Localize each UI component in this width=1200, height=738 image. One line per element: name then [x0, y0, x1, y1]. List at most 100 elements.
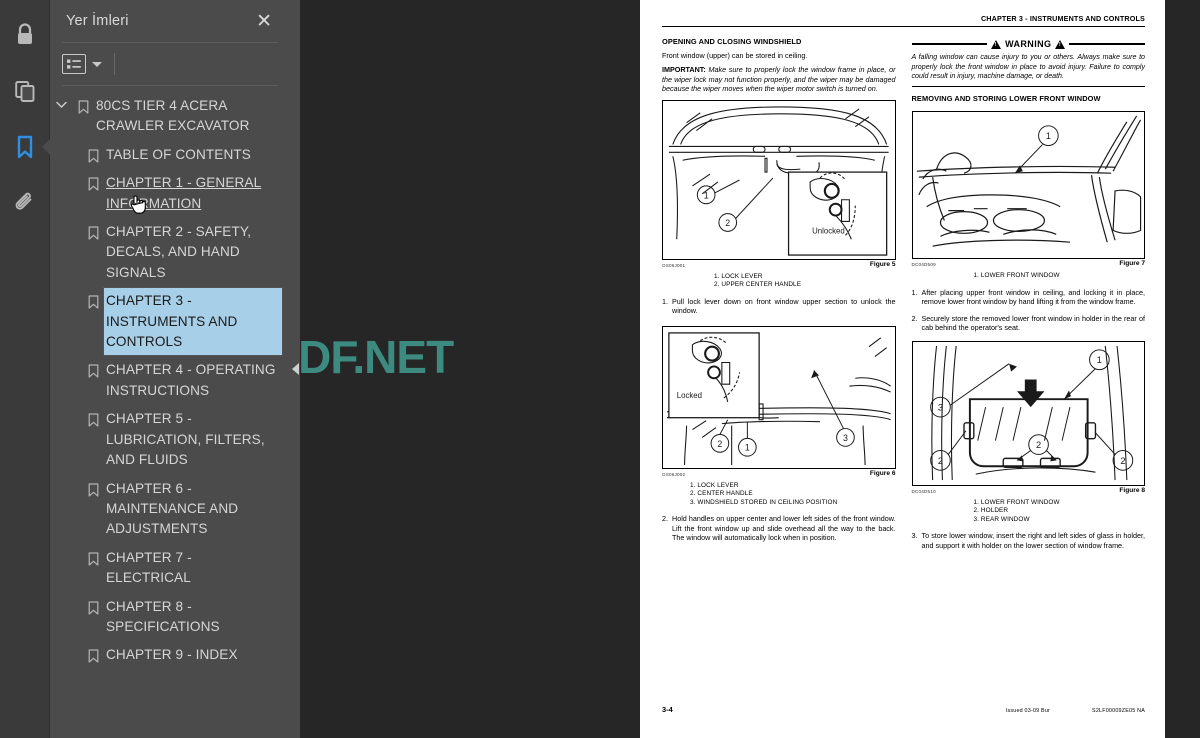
figure-6-legend: 1. LOCK LEVER 2. CENTER HANDLE 3. WINDSH… — [662, 482, 896, 507]
warning-triangle-icon — [991, 39, 1002, 49]
bookmark-item-3[interactable]: CHAPTER 2 - SAFETY, DECALS, AND HAND SIG… — [50, 218, 290, 287]
step-number: 1. — [911, 287, 918, 297]
bookmark-item-10[interactable]: CHAPTER 9 - INDEX — [50, 641, 290, 669]
legend-item: 1. LOWER FRONT WINDOW — [973, 272, 1060, 280]
right-section-heading: REMOVING AND STORING LOWER FRONT WINDOW — [911, 94, 1101, 104]
page-header: CHAPTER 3 - INSTRUMENTS AND CONTROLS — [980, 14, 1145, 23]
bookmarks-toolbar — [50, 43, 290, 85]
bookmark-icon — [82, 170, 104, 191]
paperclip-icon[interactable] — [8, 186, 42, 220]
svg-text:1: 1 — [1096, 355, 1101, 365]
step-number: 3. — [911, 531, 918, 541]
bookmark-icon — [82, 406, 104, 427]
figure-5-legend: 1. LOCK LEVER 2. UPPER CENTER HANDLE — [662, 273, 896, 290]
bookmark-item-4[interactable]: CHAPTER 3 - INSTRUMENTS AND CONTROLS — [50, 287, 290, 357]
figure-8-number: Figure 8 — [1119, 486, 1145, 494]
mouse-cursor-icon — [130, 195, 146, 214]
bookmark-item-7[interactable]: CHAPTER 6 - MAINTENANCE AND ADJUSTMENTS — [50, 475, 290, 544]
pdf-reader-window: Yer İmleri ✕ 80CS TIER 4 ACERA CRAWLER E… — [0, 0, 1200, 738]
bookmark-label: CHAPTER 8 - SPECIFICATIONS — [106, 598, 220, 634]
chevron-down-icon[interactable] — [50, 93, 72, 109]
bookmark-icon — [82, 288, 104, 309]
bookmark-label: 80CS TIER 4 ACERA CRAWLER EXCAVATOR — [96, 98, 250, 134]
bookmark-icon — [82, 357, 104, 379]
svg-text:2: 2 — [725, 218, 730, 228]
pdf-viewer[interactable]: CHAPTER 3 - INSTRUMENTS AND CONTROLS OPE… — [300, 0, 1200, 738]
panel-splitter[interactable] — [290, 0, 300, 738]
step-text: After placing upper front window in ceil… — [921, 287, 1146, 307]
bookmark-icon — [82, 476, 104, 497]
bookmark-icon — [82, 219, 104, 240]
bookmark-icon[interactable] — [8, 130, 42, 164]
collapse-left-arrow-icon[interactable] — [291, 363, 299, 375]
svg-text:2: 2 — [717, 439, 722, 449]
bookmark-label: CHAPTER 3 - INSTRUMENTS AND CONTROLS — [103, 287, 283, 357]
warning-title: WARNING — [1005, 39, 1052, 50]
figure-5-number: Figure 5 — [869, 260, 896, 268]
svg-text:1: 1 — [1045, 131, 1050, 141]
svg-text:3: 3 — [937, 403, 942, 413]
toolbar-divider — [114, 53, 115, 75]
figure-8-code: DC04D510 — [911, 488, 936, 494]
bookmark-item-0[interactable]: 80CS TIER 4 ACERA CRAWLER EXCAVATOR — [50, 92, 290, 141]
step-text: To store lower window, insert the right … — [921, 531, 1146, 550]
svg-text:2: 2 — [1035, 440, 1040, 450]
bookmark-label: CHAPTER 4 - OPERATING INSTRUCTIONS — [106, 362, 276, 398]
page-footer: 3-4 Issued 03-09 Bur S2LF00009ZE05 NA — [662, 705, 1145, 714]
svg-text:Unlocked: Unlocked — [812, 226, 845, 235]
warning-bottom-rule — [911, 85, 1145, 88]
step-number: 2. — [911, 313, 918, 323]
list-options-icon[interactable] — [62, 54, 86, 74]
legend-item: 1. LOCK LEVER — [714, 272, 763, 280]
bookmark-icon — [72, 93, 94, 114]
bookmark-icon — [82, 594, 104, 615]
bookmarks-panel-header: Yer İmleri ✕ — [50, 0, 290, 42]
figure-5-code: GS06J001 — [662, 262, 686, 268]
bookmark-item-2[interactable]: CHAPTER 1 - GENERAL INFORMATION — [50, 169, 290, 218]
legend-item: 3. REAR WINDOW — [973, 515, 1030, 523]
chevron-down-icon[interactable] — [92, 61, 102, 67]
page-number: 3-4 — [662, 705, 673, 714]
bookmark-icon — [82, 642, 104, 663]
warning-rule-right — [1069, 43, 1145, 46]
figure-7-number: Figure 7 — [1119, 260, 1145, 268]
intro-paragraph: Front window (upper) can be stored in ce… — [662, 51, 808, 61]
bookmarks-panel: Yer İmleri ✕ 80CS TIER 4 ACERA CRAWLER E… — [50, 0, 290, 738]
issued-date: Issued 03-09 Bur — [1005, 708, 1051, 714]
figure-6-code: GS06J002 — [662, 471, 686, 477]
bookmark-label: CHAPTER 7 - ELECTRICAL — [106, 549, 192, 586]
document-code: S2LF00009ZE05 NA — [1092, 708, 1145, 714]
figure-5-image: 1 2 Unlocked — [662, 99, 896, 260]
pages-icon[interactable] — [8, 74, 42, 108]
step-text: Hold handles on upper center and lower l… — [672, 513, 896, 543]
lock-icon[interactable] — [8, 18, 42, 52]
close-icon[interactable]: ✕ — [252, 10, 276, 33]
bookmark-list[interactable]: 80CS TIER 4 ACERA CRAWLER EXCAVATOR TABLE… — [50, 86, 290, 738]
bookmark-item-6[interactable]: CHAPTER 5 - LUBRICATION, FILTERS, AND FL… — [50, 405, 290, 474]
bookmark-item-1[interactable]: TABLE OF CONTENTS — [50, 141, 290, 169]
bookmark-item-9[interactable]: CHAPTER 8 - SPECIFICATIONS — [50, 593, 290, 642]
important-label: IMPORTANT: — [662, 64, 706, 74]
svg-text:1: 1 — [745, 442, 750, 452]
figure-6-number: Figure 6 — [869, 469, 896, 477]
bookmark-label: TABLE OF CONTENTS — [106, 146, 251, 162]
bookmark-item-8[interactable]: CHAPTER 7 - ELECTRICAL — [50, 544, 290, 593]
figure-7-code: DC04D509 — [911, 262, 936, 268]
right-step-1: 1. After placing upper front window in c… — [912, 288, 1146, 307]
bookmark-label: CHAPTER 5 - LUBRICATION, FILTERS, AND FL… — [106, 411, 265, 468]
legend-item: 3. WINDSHIELD STORED IN CEILING POSITION — [690, 498, 838, 506]
bookmark-icon — [82, 545, 104, 566]
important-note: IMPORTANT: Make sure to properly lock th… — [662, 65, 896, 94]
watermark: AUTOPDF.NET — [300, 331, 454, 383]
svg-text:3: 3 — [843, 433, 848, 443]
svg-text:Locked: Locked — [677, 391, 702, 400]
bookmark-item-5[interactable]: CHAPTER 4 - OPERATING INSTRUCTIONS — [50, 356, 290, 405]
figure-7-image: 1 — [911, 111, 1145, 260]
